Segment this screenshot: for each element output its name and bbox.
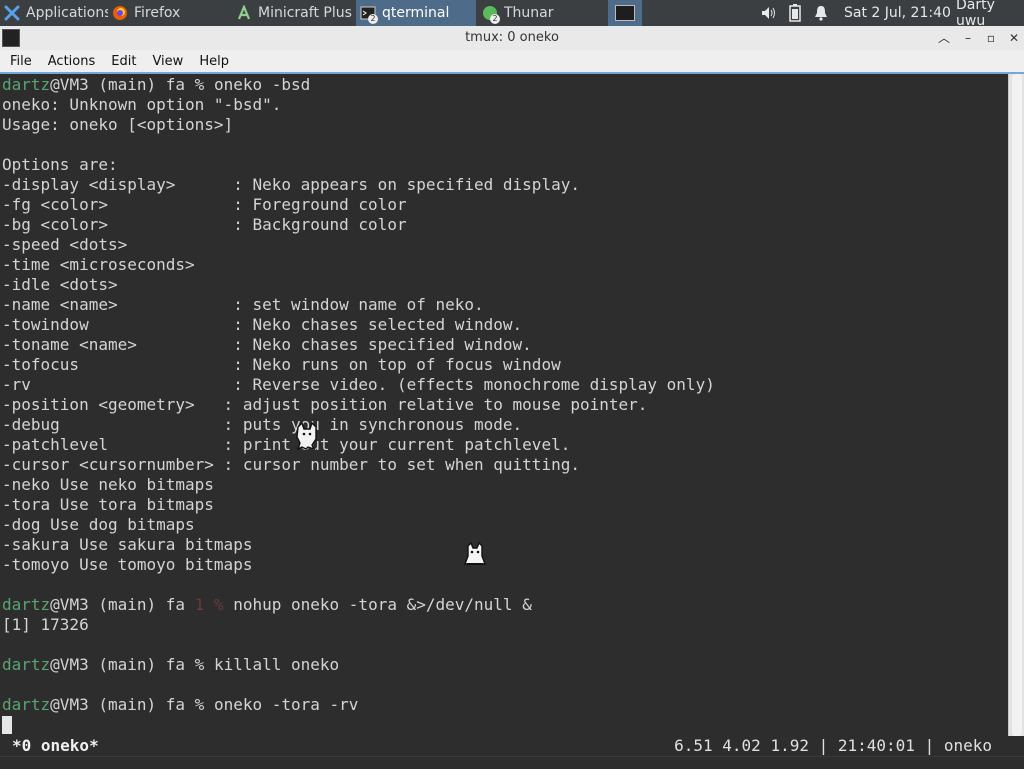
task-label: Thunar: [504, 5, 554, 21]
terminal-icon: 2: [360, 5, 378, 24]
task-qterminal[interactable]: 2 qterminal: [356, 0, 476, 26]
output-line: -neko Use neko bitmaps: [2, 475, 214, 494]
window-title: tmux: 0 oneko: [465, 30, 559, 45]
maximize-button[interactable]: ▫: [983, 30, 999, 46]
firefox-icon: [112, 5, 128, 21]
output-line: -speed <dots>: [2, 235, 128, 254]
tmux-window-list[interactable]: *0 oneko*: [12, 736, 99, 756]
output-line: [1] 17326: [2, 615, 89, 634]
prompt-mark: %: [185, 75, 214, 94]
menu-file[interactable]: File: [0, 54, 38, 69]
oneko-tora-sprite: [463, 542, 487, 565]
task-firefox[interactable]: Firefox: [108, 0, 224, 26]
task-label: qterminal: [382, 5, 450, 21]
terminal-output: dartz@VM3 (main) fa % oneko -bsd oneko: U…: [2, 75, 715, 715]
output-line: oneko: Unknown option "-bsd".: [2, 95, 282, 114]
applications-label: Applications: [26, 5, 108, 21]
output-line: Usage: oneko [<options>]: [2, 115, 234, 134]
xfce-logo-icon: [4, 5, 20, 21]
output-line: -sakura Use sakura bitmaps: [2, 535, 253, 554]
workspace-switcher[interactable]: [608, 0, 642, 26]
menu-view[interactable]: View: [142, 54, 189, 69]
output-line: -time <microseconds>: [2, 255, 195, 274]
menu-actions[interactable]: Actions: [38, 54, 102, 69]
output-line: -patchlevel : print out your current pat…: [2, 435, 571, 454]
window-bottom-border: [0, 756, 1024, 769]
prompt-mark: %: [185, 655, 214, 674]
tmux-status-right: 6.51 4.02 1.92 | 21:40:01 | oneko: [674, 736, 992, 755]
output-line: -tofocus : Neko runs on top of focus win…: [2, 355, 561, 374]
prompt-user: dartz: [2, 595, 51, 614]
minicraft-icon: [236, 4, 252, 21]
output-line: -idle <dots>: [2, 275, 118, 294]
output-line: -dog Use dog bitmaps: [2, 515, 195, 534]
prompt-command: nohup oneko -tora &>/dev/null &: [233, 595, 532, 614]
prompt-mark: 1 %: [185, 595, 234, 614]
close-button[interactable]: ✕: [1006, 30, 1022, 46]
menu-edit[interactable]: Edit: [101, 54, 142, 69]
output-line: -towindow : Neko chases selected window.: [2, 315, 523, 334]
prompt-host: @VM3 (main) fa: [50, 75, 186, 94]
terminal-cursor: [2, 716, 12, 734]
prompt-command: killall oneko: [213, 655, 340, 674]
window-titlebar[interactable]: tmux: 0 oneko ︿ – ▫ ✕: [0, 26, 1024, 51]
menu-help[interactable]: Help: [189, 54, 235, 69]
terminal-area[interactable]: dartz@VM3 (main) fa % oneko -bsd oneko: U…: [0, 74, 1008, 736]
terminal-scrollbar[interactable]: [1008, 74, 1024, 736]
prompt-line: dartz@VM3 (main) fa % killall oneko: [2, 655, 715, 675]
task-label: Firefox: [134, 5, 181, 21]
applications-menu-button[interactable]: Applications ☰: [0, 0, 108, 26]
output-line: -bg <color> : Background color: [2, 215, 407, 234]
output-line: -cursor <cursornumber> : cursor number t…: [2, 455, 580, 474]
output-line: -position <geometry> : adjust position r…: [2, 395, 648, 414]
output-line: -tora Use tora bitmaps: [2, 495, 214, 514]
volume-icon[interactable]: [760, 0, 776, 26]
oneko-cat-sprite: [296, 421, 317, 451]
task-thunar[interactable]: 2 Thunar: [478, 0, 598, 26]
output-line: -display <display> : Neko appears on spe…: [2, 175, 580, 194]
output-line: -toname <name> : Neko chases specified w…: [2, 335, 532, 354]
output-line: -fg <color> : Foreground color: [2, 195, 407, 214]
output-line: Options are:: [2, 155, 118, 174]
prompt-user: dartz: [2, 75, 51, 94]
prompt-host: @VM3 (main) fa: [50, 695, 186, 714]
output-line: -name <name> : set window name of neko.: [2, 295, 484, 314]
window-count-badge: 2: [490, 14, 500, 24]
output-line: -debug : puts you in synchronous mode.: [2, 415, 523, 434]
workspace-terminal-icon: [615, 5, 635, 21]
clock[interactable]: Sat 2 Jul, 21:40: [844, 0, 951, 26]
minimize-button[interactable]: –: [960, 30, 976, 46]
output-line: -rv : Reverse video. (effects monochrome…: [2, 375, 715, 394]
battery-icon[interactable]: [789, 0, 801, 26]
prompt-host: @VM3 (main) fa: [50, 595, 186, 614]
tmux-status-bar: *0 oneko* 6.51 4.02 1.92 | 21:40:01 | on…: [0, 736, 1024, 756]
notification-bell-icon[interactable]: [813, 0, 829, 26]
window-count-badge: 2: [368, 14, 378, 24]
shade-button[interactable]: ︿: [936, 30, 952, 46]
output-line: -tomoyo Use tomoyo bitmaps: [2, 555, 253, 574]
thunar-icon: 2: [482, 5, 500, 24]
prompt-line: dartz@VM3 (main) fa % oneko -bsd: [2, 75, 715, 95]
prompt-command: oneko -tora -rv: [213, 695, 359, 714]
task-label: Minicraft Plus: [258, 5, 352, 21]
user-menu[interactable]: Darty uwu: [956, 0, 1024, 29]
prompt-user: dartz: [2, 655, 51, 674]
prompt-command: oneko -bsd: [213, 75, 311, 94]
task-minicraft[interactable]: Minicraft Plus: [232, 0, 354, 26]
prompt-host: @VM3 (main) fa: [50, 655, 186, 674]
prompt-line: dartz@VM3 (main) fa 1 % nohup oneko -tor…: [2, 595, 715, 615]
scrollbar-thumb[interactable]: [1012, 74, 1022, 736]
prompt-user: dartz: [2, 695, 51, 714]
top-panel: Applications ☰ Firefox Minicraft Plus 2 …: [0, 0, 1024, 29]
prompt-line: dartz@VM3 (main) fa % oneko -tora -rv: [2, 695, 715, 715]
menubar: File Actions Edit View Help: [0, 50, 1024, 74]
prompt-mark: %: [185, 695, 214, 714]
